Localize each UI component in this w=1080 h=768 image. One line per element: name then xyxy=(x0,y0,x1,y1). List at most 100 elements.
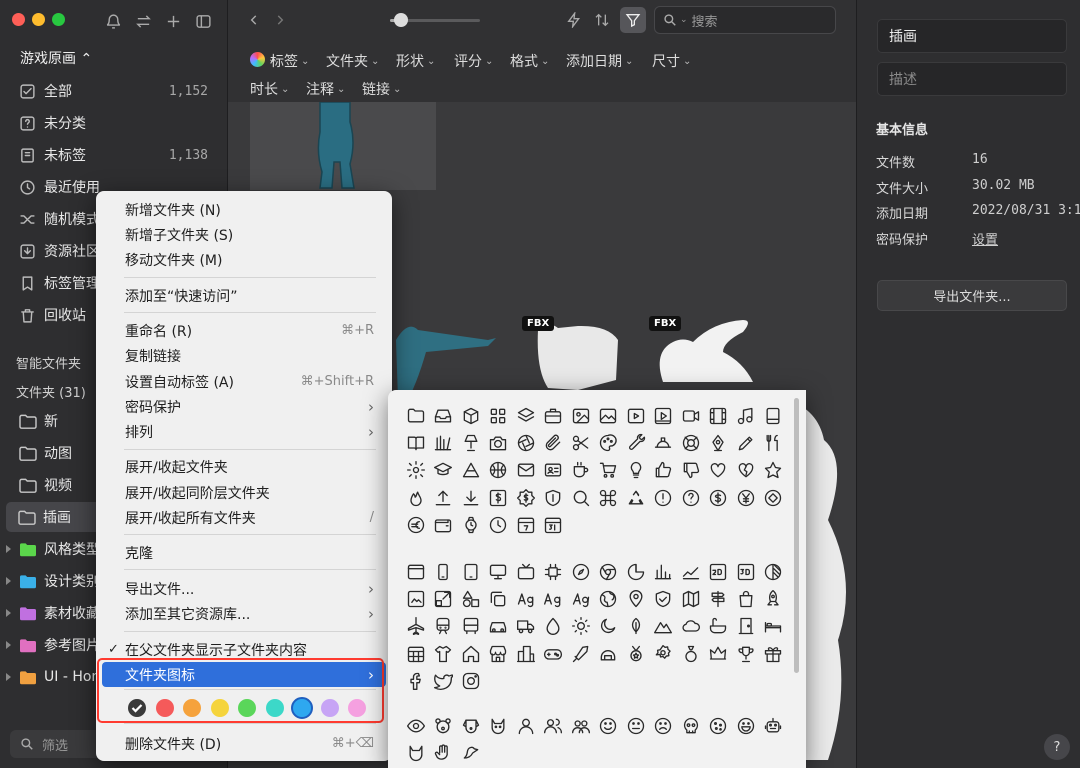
3d-icon[interactable] xyxy=(732,558,760,585)
copy-icon[interactable] xyxy=(485,585,513,612)
alert-icon[interactable] xyxy=(650,484,678,511)
menu-item[interactable]: 新增文件夹 (N) xyxy=(96,197,392,222)
utensils-icon[interactable] xyxy=(760,429,788,456)
idcard-icon[interactable] xyxy=(540,457,568,484)
train-icon[interactable] xyxy=(430,613,458,640)
aperture-icon[interactable] xyxy=(512,429,540,456)
search-icon[interactable] xyxy=(567,484,595,511)
thumbs-up-icon[interactable] xyxy=(650,457,678,484)
user-group-icon[interactable] xyxy=(567,712,595,739)
recycle-icon[interactable] xyxy=(622,484,650,511)
heart-icon[interactable] xyxy=(705,457,733,484)
filter-r1-1[interactable]: 文件夹 ⌄ xyxy=(326,51,379,71)
sidebar-item-inbox[interactable]: 全部 1,152 xyxy=(0,76,228,106)
lightbulb-icon[interactable] xyxy=(622,457,650,484)
yen-icon[interactable] xyxy=(732,484,760,511)
sidebar-toggle-icon[interactable] xyxy=(192,10,214,32)
users-icon[interactable] xyxy=(540,712,568,739)
tablet-icon[interactable] xyxy=(457,558,485,585)
color-swatch[interactable] xyxy=(128,699,146,717)
helmet-icon[interactable] xyxy=(595,640,623,667)
menu-item[interactable]: 移动文件夹 (M) xyxy=(96,247,392,272)
ag1-icon[interactable] xyxy=(512,585,540,612)
hand-icon[interactable] xyxy=(430,739,458,766)
chip-icon[interactable] xyxy=(540,558,568,585)
shield-check-icon[interactable] xyxy=(650,585,678,612)
back-icon[interactable] xyxy=(242,8,266,32)
shapes-icon[interactable] xyxy=(457,585,485,612)
menu-item[interactable]: 克隆 xyxy=(96,540,392,565)
camera-icon[interactable] xyxy=(485,429,513,456)
crown-icon[interactable] xyxy=(705,640,733,667)
monitor-icon[interactable] xyxy=(485,558,513,585)
box-icon[interactable] xyxy=(457,402,485,429)
filter-r2-0[interactable]: 时长 ⌄ xyxy=(250,79,289,99)
sidebar-item-question[interactable]: 未分类 xyxy=(0,108,228,138)
watch-icon[interactable] xyxy=(457,512,485,539)
clock-icon[interactable] xyxy=(485,512,513,539)
robot-icon[interactable] xyxy=(760,712,788,739)
filter-r1-4[interactable]: 格式 ⌄ xyxy=(510,51,549,71)
ag3-icon[interactable] xyxy=(567,585,595,612)
wallet-icon[interactable] xyxy=(430,512,458,539)
zoom-slider[interactable] xyxy=(390,13,480,27)
grid-icon[interactable] xyxy=(485,402,513,429)
filter-r2-1[interactable]: 注释 ⌄ xyxy=(306,79,345,99)
dollar-circle-icon[interactable] xyxy=(705,484,733,511)
minimize-window-button[interactable] xyxy=(32,13,45,26)
upload-icon[interactable] xyxy=(430,484,458,511)
frown-icon[interactable] xyxy=(650,712,678,739)
menu-item[interactable]: 设置自动标签 (A) ⌘+Shift+R xyxy=(96,369,392,394)
meh-icon[interactable] xyxy=(622,712,650,739)
bed-icon[interactable] xyxy=(760,613,788,640)
rocket-icon[interactable] xyxy=(760,585,788,612)
sword-icon[interactable] xyxy=(567,640,595,667)
lamp-icon[interactable] xyxy=(457,429,485,456)
dollar-icon[interactable] xyxy=(485,484,513,511)
compass-icon[interactable] xyxy=(567,558,595,585)
instagram-icon[interactable] xyxy=(457,668,485,695)
cloud-icon[interactable] xyxy=(677,613,705,640)
pin-icon[interactable] xyxy=(622,585,650,612)
color-swatch[interactable] xyxy=(210,699,229,717)
menu-item[interactable]: 文件夹图标 › xyxy=(102,662,386,687)
bath-icon[interactable] xyxy=(705,613,733,640)
hardhat-icon[interactable] xyxy=(650,429,678,456)
bars-icon[interactable] xyxy=(650,558,678,585)
lifebuoy-icon[interactable] xyxy=(677,429,705,456)
cal-7-icon[interactable] xyxy=(512,512,540,539)
basketball-icon[interactable] xyxy=(485,457,513,484)
ring-icon[interactable] xyxy=(677,640,705,667)
zoom-slider-knob[interactable] xyxy=(393,13,408,27)
chart-bars-icon[interactable] xyxy=(430,429,458,456)
dollar-badge-icon[interactable] xyxy=(512,484,540,511)
trend-icon[interactable] xyxy=(677,558,705,585)
layers-icon[interactable] xyxy=(512,402,540,429)
cookie-icon[interactable] xyxy=(705,712,733,739)
cat-icon[interactable] xyxy=(485,712,513,739)
scissors-icon[interactable] xyxy=(567,429,595,456)
download-icon[interactable] xyxy=(457,484,485,511)
menu-item[interactable]: 排列 › xyxy=(96,419,392,444)
menu-item[interactable]: 添加至“快速访问” xyxy=(96,283,392,308)
menu-item[interactable]: 重命名 (R) ⌘+R xyxy=(96,318,392,343)
play2-icon[interactable] xyxy=(650,402,678,429)
shirt-icon[interactable] xyxy=(430,640,458,667)
pen-nib-icon[interactable] xyxy=(705,429,733,456)
2d-icon[interactable] xyxy=(705,558,733,585)
play-icon[interactable] xyxy=(622,402,650,429)
export-folder-button[interactable]: 导出文件夹... xyxy=(877,280,1067,311)
trophy-icon[interactable] xyxy=(732,640,760,667)
color-swatch[interactable] xyxy=(348,699,366,717)
tv-icon[interactable] xyxy=(512,558,540,585)
sidebar-folder[interactable]: 插画 xyxy=(6,502,108,532)
cal-31-icon[interactable] xyxy=(540,512,568,539)
photo2-icon[interactable] xyxy=(402,585,430,612)
filter-r1-5[interactable]: 添加日期 ⌄ xyxy=(566,51,633,71)
moon-icon[interactable] xyxy=(595,613,623,640)
sort-icon[interactable] xyxy=(590,8,614,32)
pie-icon[interactable] xyxy=(622,558,650,585)
sidebar-item-tag[interactable]: 未标签 1,138 xyxy=(0,140,228,170)
mortarboard-icon[interactable] xyxy=(430,457,458,484)
gift-bag-icon[interactable] xyxy=(732,585,760,612)
